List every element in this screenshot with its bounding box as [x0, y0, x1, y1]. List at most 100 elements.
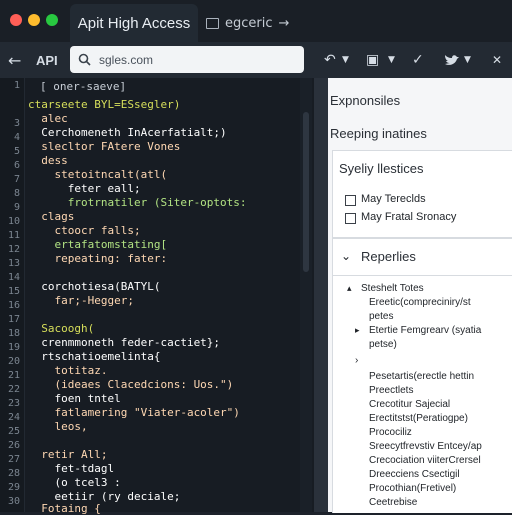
- line-number: 4: [13, 132, 20, 143]
- checkbox-label: May Tereclds: [361, 193, 426, 205]
- tab-active[interactable]: Apit High Access: [70, 4, 198, 42]
- panel-heading: Reeping inatines: [330, 126, 427, 141]
- list-item: Ceetrebise: [369, 497, 418, 508]
- code-line: feter eall;: [28, 182, 141, 195]
- tree-marker[interactable]: ›: [355, 355, 358, 366]
- list-item: Procothian(Fretivel): [369, 483, 457, 494]
- line-number: 5: [13, 146, 20, 157]
- url-text: sgles.com: [99, 52, 154, 67]
- code-line: ertafatomstating[: [28, 238, 168, 251]
- line-number: 24: [7, 412, 20, 423]
- tab-inactive[interactable]: egceric →: [206, 4, 306, 42]
- list-item: Pesetartis(erectle hettin: [369, 371, 475, 382]
- card-title: Reperlies: [361, 249, 416, 264]
- code-line: corchotiesa(BATYL(: [28, 280, 161, 293]
- line-gutter: 1 3 4 5 6 7 8 9 10 11 12 13 14 15 16 17 …: [0, 78, 25, 512]
- tree-item: Etertie Femgrearv (syatia: [369, 325, 482, 336]
- code-line: leos,: [28, 420, 88, 433]
- close-icon[interactable]: ✕: [492, 42, 502, 78]
- undo-icon[interactable]: ↶: [324, 42, 336, 78]
- line-number: 6: [13, 160, 20, 171]
- list-item: Preectlets: [369, 385, 414, 396]
- search-filter-text: [ oner-saeve]: [40, 80, 127, 93]
- minimize-window-button[interactable]: [28, 14, 40, 26]
- checkbox[interactable]: [345, 195, 356, 206]
- code-editor[interactable]: 1 3 4 5 6 7 8 9 10 11 12 13 14 15 16 17 …: [0, 78, 314, 515]
- code-line: Fotaing {: [28, 502, 101, 515]
- card-title: Syeliy llestices: [339, 161, 424, 176]
- chevron-down-icon[interactable]: ▼: [342, 42, 349, 78]
- line-number: 13: [7, 258, 20, 269]
- editor-scrollbar[interactable]: [300, 78, 312, 512]
- list-item: Crecociation viiterCrersel: [369, 455, 481, 466]
- side-panel: Expnonsiles Reeping inatines Syeliy lles…: [328, 78, 512, 513]
- list-item: Crecotitur Sajecial: [369, 399, 451, 410]
- code-line: clags: [28, 210, 75, 223]
- line-number: 21: [7, 370, 20, 381]
- settings-card: Syeliy llestices May Tereclds May Fratal…: [332, 150, 512, 238]
- list-item: Sreecytfrevstiv Entcey/ap: [369, 441, 482, 452]
- line-number: 20: [7, 356, 20, 367]
- chevron-down-icon[interactable]: ⌄: [341, 249, 351, 263]
- line-number: 12: [7, 244, 20, 255]
- url-bar[interactable]: sgles.com: [70, 46, 304, 73]
- chevron-down-icon[interactable]: ▼: [388, 42, 395, 78]
- line-number: 11: [7, 230, 20, 241]
- code-line: ctoocr falls;: [28, 224, 141, 237]
- code-line: totitaz.: [28, 364, 108, 377]
- line-number: 25: [7, 426, 20, 437]
- toolbar: ← API sgles.com ↶ ▼ ▣ ▼ ✓ ▼ ✕: [0, 42, 512, 79]
- code-line: fatlamering "Viater-acoler"): [28, 406, 240, 419]
- chevron-down-icon[interactable]: ▼: [464, 42, 471, 78]
- line-number: 27: [7, 454, 20, 465]
- code-line: Cerchomeneth InAcerfatialt;): [28, 126, 227, 139]
- line-number: 7: [13, 174, 20, 185]
- panel-divider[interactable]: [314, 78, 328, 512]
- line-number: 1: [13, 80, 20, 91]
- code-line: foen tntel: [28, 392, 121, 405]
- close-window-button[interactable]: [10, 14, 22, 26]
- code-line: (ideaes Clacedcions: Uos."): [28, 378, 234, 391]
- code-line: frotrnatiler (Siter-optots:: [28, 196, 247, 209]
- line-number: 22: [7, 384, 20, 395]
- tree-item: petes: [369, 311, 394, 322]
- divider: [333, 275, 512, 276]
- line-number: 16: [7, 300, 20, 311]
- line-number: 14: [7, 272, 20, 283]
- code-line: rtschatioemelinta{: [28, 350, 161, 363]
- list-item: Dreecciens Csectigil: [369, 469, 460, 480]
- document-icon[interactable]: ▣: [366, 42, 379, 78]
- tree-item: petse): [369, 339, 397, 350]
- panel-heading: Expnonsiles: [330, 93, 401, 108]
- check-icon[interactable]: ✓: [412, 42, 424, 78]
- tree-marker[interactable]: ▴: [347, 283, 352, 294]
- back-arrow-icon[interactable]: ←: [8, 42, 21, 78]
- line-number: 19: [7, 342, 20, 353]
- code-line: slecltor FAtere Vones: [28, 140, 181, 153]
- list-item: Procociliz: [369, 427, 412, 438]
- line-number: 10: [7, 216, 20, 227]
- line-number: 23: [7, 398, 20, 409]
- search-icon: [78, 53, 91, 66]
- checkbox[interactable]: [345, 213, 356, 224]
- code-line: alec: [28, 112, 68, 125]
- code-line: crenmmoneth feder-cactiet};: [28, 336, 221, 349]
- maximize-window-button[interactable]: [46, 14, 58, 26]
- code-line: ctarseete BYL=ESsegler): [28, 98, 181, 111]
- line-number: 29: [7, 482, 20, 493]
- arrow-right-icon: →: [278, 15, 290, 31]
- bird-icon[interactable]: [444, 53, 460, 67]
- tree-marker[interactable]: ▸: [355, 325, 360, 336]
- line-number: 28: [7, 468, 20, 479]
- tab-label: Apit High Access: [77, 14, 191, 32]
- line-number: 26: [7, 440, 20, 451]
- window-icon: [206, 17, 219, 29]
- api-label: API: [36, 52, 58, 68]
- code-line: far;-Hegger;: [28, 294, 134, 307]
- scrollbar-thumb[interactable]: [303, 112, 309, 272]
- tree-item: Ereetic(compreciniry/st: [369, 297, 471, 308]
- line-number: 17: [7, 314, 20, 325]
- line-number: 9: [13, 202, 20, 213]
- properties-card: ⌄ Reperlies ▴ Steshelt Totes Ereetic(com…: [332, 238, 512, 513]
- tree-item: Steshelt Totes: [361, 283, 424, 294]
